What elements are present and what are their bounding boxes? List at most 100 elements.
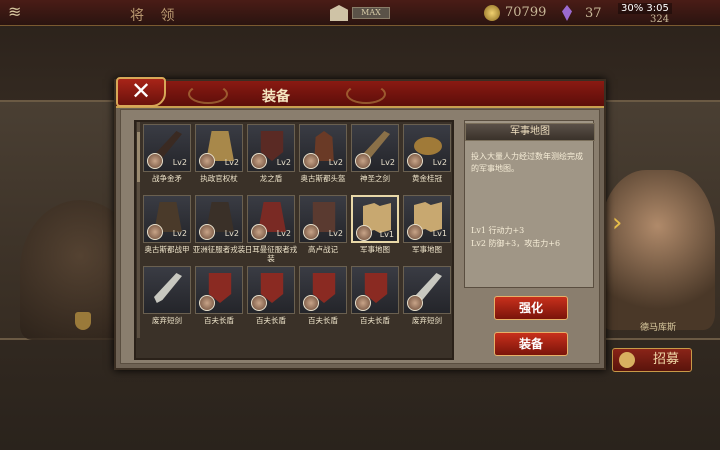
- upgrade-button[interactable]: 强化: [494, 296, 568, 320]
- equipment-slot[interactable]: 百夫长盾: [195, 266, 243, 332]
- item-name: 百夫长盾: [308, 316, 338, 325]
- owner-avatar: [251, 295, 267, 311]
- equipment-slot-frame: Lv2: [351, 124, 399, 172]
- equipment-slot[interactable]: Lv2 战争金矛: [143, 124, 191, 190]
- item-name: 神圣之剑: [360, 174, 390, 183]
- owner-avatar: [251, 224, 267, 240]
- item-level: Lv2: [276, 158, 291, 167]
- equipment-slot-frame: Lv2: [403, 124, 451, 172]
- coin-icon: [484, 5, 500, 21]
- equipment-slot[interactable]: Lv2 奥古斯都战甲: [143, 195, 191, 261]
- equipment-slot[interactable]: Lv2 亚洲征服者戎装: [193, 195, 245, 261]
- recruit-button[interactable]: 招募: [612, 348, 692, 372]
- equipment-slot[interactable]: 废弃短剑: [143, 266, 191, 332]
- item-name: 高卢战记: [308, 245, 338, 254]
- item-name: 奥古斯都战甲: [144, 245, 190, 254]
- item-name: 龙之盾: [259, 174, 283, 183]
- equipment-slot-frame: Lv2: [195, 124, 243, 172]
- owner-avatar: [251, 153, 267, 169]
- owner-avatar: [355, 153, 371, 169]
- equipment-slot[interactable]: 百夫长盾: [247, 266, 295, 332]
- item-name: 黄金桂冠: [412, 174, 442, 183]
- equipment-slot-frame: [247, 266, 295, 314]
- owner-avatar: [199, 153, 215, 169]
- equipment-slot-frame: Lv2: [299, 124, 347, 172]
- equipment-slot[interactable]: Lv2 高卢战记: [299, 195, 347, 261]
- equipment-slot-frame: [195, 266, 243, 314]
- owner-avatar: [407, 224, 423, 240]
- equipment-slot[interactable]: Lv2 执政官权杖: [195, 124, 243, 190]
- equipment-slot-frame: Lv2: [299, 195, 347, 243]
- item-name: 亚洲征服者戎装: [192, 245, 246, 254]
- item-name: 废弃短剑: [412, 316, 442, 325]
- item-level: Lv2: [224, 158, 239, 167]
- equipment-slot[interactable]: Lv2 奥古斯都头盔: [299, 124, 347, 190]
- top-bar: ≋ 将 领 MAX 70799 37 324 30% 3:05: [0, 0, 720, 26]
- item-name: 战争金矛: [152, 174, 182, 183]
- owner-avatar: [407, 295, 423, 311]
- owner-avatar: [303, 224, 319, 240]
- item-level: Lv2: [380, 158, 395, 167]
- equipment-slot[interactable]: Lv1 军事地图: [351, 195, 399, 261]
- food-count: 324: [650, 14, 670, 25]
- owner-avatar: [147, 153, 163, 169]
- owner-avatar: [355, 295, 371, 311]
- item-stat-lv2: Lv2 防御+3，攻击力+6: [471, 239, 561, 248]
- equipment-slot-frame: [299, 266, 347, 314]
- equipment-slot-frame: Lv1: [403, 195, 451, 243]
- dialog-header: 装备: [116, 81, 604, 108]
- item-name: 军事地图: [360, 245, 390, 254]
- page-title: 将 领: [130, 8, 181, 24]
- owner-avatar: [356, 225, 372, 241]
- equipment-slot-frame: [143, 266, 191, 314]
- equipment-slot[interactable]: Lv2 黄金桂冠: [403, 124, 451, 190]
- item-name: 废弃短剑: [152, 316, 182, 325]
- owner-avatar: [199, 224, 215, 240]
- item-level: Lv2: [172, 158, 187, 167]
- item-name: 百夫长盾: [360, 316, 390, 325]
- item-description: 投入大量人力经过数年测绘完成的军事地图。: [471, 152, 583, 173]
- equipment-slot[interactable]: 废弃短剑: [403, 266, 451, 332]
- item-level: Lv2: [224, 229, 239, 238]
- dagger-icon: [154, 273, 182, 303]
- item-level: Lv2: [328, 158, 343, 167]
- item-name: 百夫长盾: [204, 316, 234, 325]
- equipment-slot[interactable]: Lv2 龙之盾: [247, 124, 295, 190]
- item-name: 日耳曼征服者戎装: [244, 245, 298, 263]
- equipment-slot[interactable]: 百夫长盾: [351, 266, 399, 332]
- item-name: 执政官权杖: [200, 174, 238, 183]
- next-arrow-icon[interactable]: ›: [612, 208, 622, 238]
- item-name: 军事地图: [412, 245, 442, 254]
- equipment-slot-frame: Lv2: [143, 195, 191, 243]
- item-level: Lv2: [432, 158, 447, 167]
- item-level: Lv2: [328, 229, 343, 238]
- item-stat-lv1: Lv1 行动力+3: [471, 226, 525, 235]
- equipment-slot-frame: [351, 266, 399, 314]
- building-icon: [330, 5, 348, 21]
- equip-button[interactable]: 装备: [494, 332, 568, 356]
- item-name: 百夫长盾: [256, 316, 286, 325]
- equipment-dialog: 装备 ✕ Lv2 战争金矛 Lv2 执政官权杖 Lv2 龙之盾 Lv2 奥古斯都头盔 Lv2 神圣…: [114, 77, 606, 370]
- equipment-slot[interactable]: Lv2 神圣之剑: [351, 124, 399, 190]
- general-portrait[interactable]: [600, 170, 715, 330]
- system-status: 30% 3:05: [618, 3, 672, 14]
- item-name: 奥古斯都头盔: [300, 174, 346, 183]
- item-level: Lv2: [276, 229, 291, 238]
- equipment-slot[interactable]: 百夫长盾: [299, 266, 347, 332]
- item-detail-title: 军事地图: [465, 123, 595, 141]
- equipment-slot-frame: Lv2: [247, 124, 295, 172]
- equipment-slot[interactable]: Lv1 军事地图: [403, 195, 451, 261]
- wifi-icon: ≋: [8, 2, 22, 21]
- equipment-slot-frame: [403, 266, 451, 314]
- equipment-slot-frame: Lv1: [351, 195, 399, 243]
- equipment-slot-frame: Lv2: [247, 195, 295, 243]
- close-button[interactable]: ✕: [116, 77, 166, 107]
- item-level: Lv1: [432, 229, 447, 238]
- recruit-icon: [619, 352, 635, 368]
- grid-scrollbar[interactable]: [137, 122, 140, 338]
- owner-avatar: [303, 295, 319, 311]
- general-name: 德马库斯: [640, 323, 677, 333]
- item-level: Lv1: [379, 230, 394, 239]
- owner-avatar: [303, 153, 319, 169]
- equipment-slot[interactable]: Lv2 日耳曼征服者戎装: [245, 195, 297, 263]
